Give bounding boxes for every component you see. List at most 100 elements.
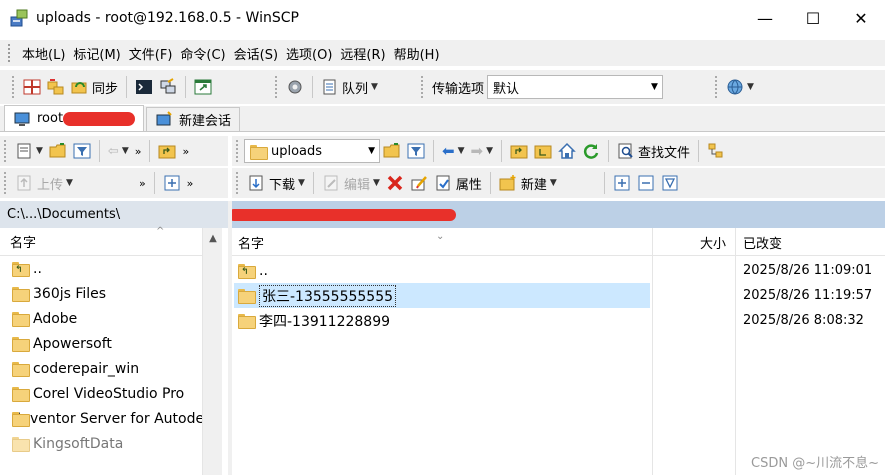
upload-button[interactable]: 上传 ▼ (12, 170, 76, 196)
properties-button[interactable]: 属性 (431, 170, 485, 196)
menu-options[interactable]: 选项(O) (282, 44, 336, 63)
list-item[interactable]: Adobe (0, 306, 202, 331)
menu-local[interactable]: 本地(L) (18, 44, 69, 63)
scroll-up-icon[interactable]: ▲ (203, 228, 223, 250)
minimize-button[interactable]: — (741, 0, 789, 36)
unselect-files-button[interactable] (634, 170, 658, 196)
list-item[interactable]: KingsoftData (0, 431, 202, 456)
open-terminal-button[interactable] (132, 74, 156, 100)
download-label: 下载 (269, 177, 296, 193)
properties-label: 属性 (455, 177, 482, 193)
new-window-button[interactable] (191, 74, 215, 100)
remote-column-size[interactable]: 大小 (700, 228, 726, 256)
menu-remote[interactable]: 远程(R) (336, 44, 389, 63)
compare-dirs-button[interactable] (20, 74, 44, 100)
list-item[interactable]: ↰ .. (0, 256, 202, 281)
open-folder-icon (383, 142, 401, 160)
local-open-folder-button[interactable] (46, 138, 70, 164)
remote-home-button[interactable] (555, 138, 579, 164)
remote-parent-dir-button[interactable] (507, 138, 531, 164)
remote-directory-value: uploads (271, 143, 323, 159)
tab-session[interactable]: root@192. (4, 105, 145, 131)
toolbar-grip[interactable] (236, 140, 240, 162)
list-item-name: KingsoftData (33, 435, 124, 452)
menu-session[interactable]: 会话(S) (230, 44, 282, 63)
edit-label: 编辑 (343, 177, 370, 193)
list-item[interactable]: Inventor Server for Autodesk (0, 406, 202, 431)
filter-files-button[interactable] (658, 170, 682, 196)
local-toolbar-overflow[interactable]: » (184, 170, 197, 196)
list-item[interactable]: coderepair_win (0, 356, 202, 381)
toolbar-grip[interactable] (12, 76, 16, 98)
queue-button[interactable]: 队列 ▼ (318, 74, 381, 100)
table-row[interactable]: 张三-13555555555 2025/8/26 11:19:57 (232, 283, 885, 308)
remote-forward-button[interactable]: ➡ ▼ (468, 138, 497, 164)
list-item[interactable]: Apowersoft (0, 331, 202, 356)
local-column-name[interactable]: 名字 (10, 232, 36, 251)
local-parent-dir-button[interactable] (155, 138, 179, 164)
local-toolbar-overflow[interactable]: » (132, 138, 145, 164)
synchronize-button[interactable]: 同步 (68, 74, 121, 100)
winscp-app-icon (10, 8, 30, 28)
tab-new-session[interactable]: 新建会话 (146, 107, 241, 131)
toolbar-grip[interactable] (714, 76, 719, 98)
delete-button[interactable] (383, 170, 407, 196)
preferences-button[interactable] (283, 74, 307, 100)
list-item-name: Corel VideoStudio Pro (33, 385, 185, 402)
local-filter-button[interactable] (70, 138, 94, 164)
remote-column-modified[interactable]: 已改变 (743, 228, 782, 256)
chevron-down-icon: ▼ (372, 178, 380, 188)
local-scrollbar[interactable]: ▲ (202, 228, 222, 475)
close-button[interactable]: ✕ (837, 0, 885, 36)
local-back-button[interactable]: ⇦ ▼ (105, 138, 132, 164)
remote-refresh-button[interactable] (579, 138, 603, 164)
list-item[interactable]: 360js Files (0, 281, 202, 306)
local-path-bar[interactable]: C:\...\Documents\ (0, 201, 228, 228)
toolbar-grip[interactable] (420, 76, 425, 98)
tree-toggle-button[interactable] (704, 138, 728, 164)
remote-column-name[interactable]: 名字 (238, 228, 264, 256)
window-icon (194, 78, 212, 96)
rename-icon (410, 174, 428, 192)
toolbar-grip[interactable] (4, 140, 8, 162)
file-modified: 2025/8/26 8:08:32 (743, 313, 864, 328)
parent-folder-icon (510, 142, 528, 160)
local-action-toolbar: 上传 ▼ » » (0, 168, 228, 198)
new-label: 新建 (520, 177, 547, 193)
maximize-button[interactable]: ☐ (789, 0, 837, 36)
chevron-down-icon: ▼ (457, 146, 465, 156)
synchronize-browsing-button[interactable] (44, 74, 68, 100)
putty-button[interactable] (156, 74, 180, 100)
global-menu-button[interactable]: ▼ (723, 74, 757, 100)
find-files-button[interactable]: 查找文件 (614, 138, 693, 164)
local-toolbar-overflow[interactable]: » (136, 170, 149, 196)
toolbar-grip[interactable] (275, 76, 279, 98)
local-toolbar-overflow[interactable]: » (179, 138, 192, 164)
toolbar-grip[interactable] (236, 172, 240, 194)
edit-button[interactable]: 编辑 ▼ (319, 170, 383, 196)
remote-path-bar[interactable] (228, 201, 885, 228)
local-select-button[interactable] (160, 170, 184, 196)
menu-files[interactable]: 文件(F) (125, 44, 177, 63)
remote-root-dir-button[interactable] (531, 138, 555, 164)
table-row[interactable]: ↰ .. 2025/8/26 11:09:01 (232, 258, 885, 283)
local-path-text: C:\...\Documents\ (7, 207, 121, 222)
remote-filter-button[interactable] (404, 138, 428, 164)
menu-help[interactable]: 帮助(H) (390, 44, 444, 63)
menu-commands[interactable]: 命令(C) (176, 44, 229, 63)
table-row[interactable]: 李四-13911228899 2025/8/26 8:08:32 (232, 308, 885, 333)
local-drive-button[interactable]: ▼ (12, 138, 46, 164)
file-name: 张三-13555555555 (259, 284, 397, 307)
remote-back-button[interactable]: ⬅ ▼ (439, 138, 468, 164)
download-button[interactable]: 下载 ▼ (244, 170, 308, 196)
new-button[interactable]: 新建 ▼ (496, 170, 560, 196)
list-item[interactable]: Corel VideoStudio Pro (0, 381, 202, 406)
select-files-button[interactable] (610, 170, 634, 196)
toolbar-grip[interactable] (8, 44, 12, 62)
toolbar-grip[interactable] (4, 172, 8, 194)
remote-directory-select[interactable]: uploads ▼ (244, 139, 380, 163)
remote-open-folder-button[interactable] (380, 138, 404, 164)
menu-mark[interactable]: 标记(M) (69, 44, 124, 63)
transfer-settings-select[interactable]: 默认 ▼ (486, 75, 663, 99)
rename-button[interactable] (407, 170, 431, 196)
